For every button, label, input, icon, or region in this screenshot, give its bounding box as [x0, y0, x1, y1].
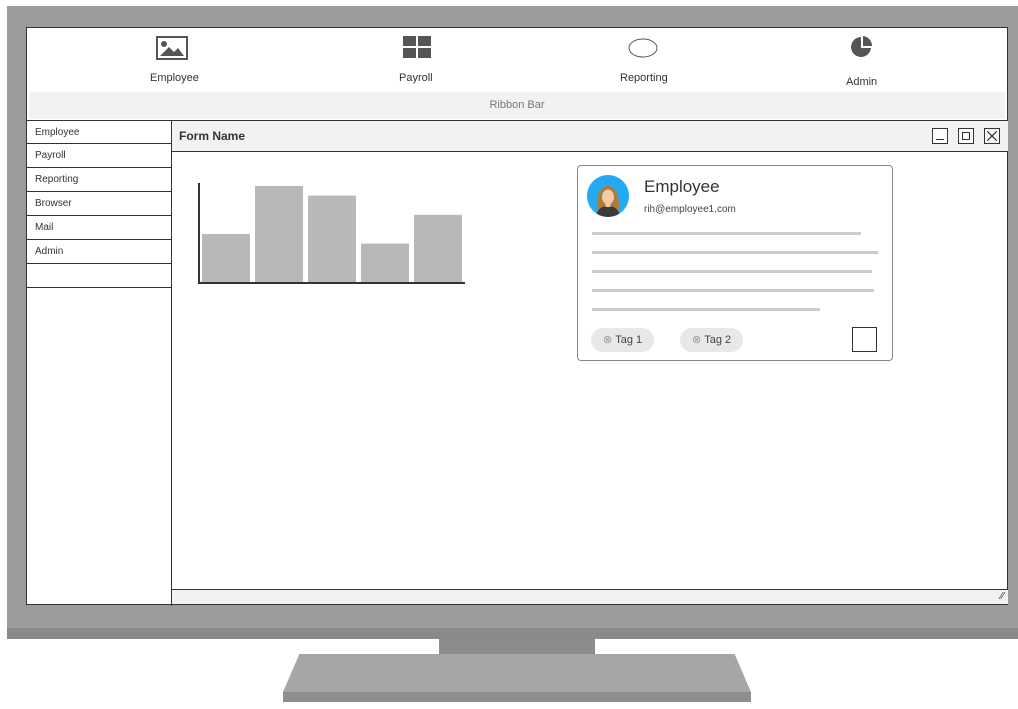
sidebar-item-empty [27, 264, 171, 288]
resize-grip-icon[interactable]: ⁄⁄ [1001, 591, 1004, 602]
sidebar-item-payroll[interactable]: Payroll [27, 144, 171, 168]
monitor-stand-base [283, 692, 751, 702]
nav-item-admin[interactable]: Admin [813, 28, 913, 92]
card-name: Employee [644, 177, 720, 196]
card-email: rih@employee1.com [644, 204, 736, 215]
monitor-bezel-bottom [7, 628, 1018, 639]
grid-icon [403, 36, 431, 58]
tag-chip[interactable]: ⊗ Tag 2 [680, 328, 744, 352]
maximize-button[interactable] [958, 128, 974, 144]
nav-item-employee[interactable]: Employee [127, 28, 227, 92]
close-button[interactable] [984, 128, 1000, 144]
image-icon [156, 36, 188, 60]
tag-label: Tag 1 [615, 334, 643, 346]
minimize-button[interactable] [932, 128, 948, 144]
chart-bar [255, 186, 303, 282]
window-title: Form Name [179, 129, 246, 143]
pie-chart-icon [851, 36, 873, 57]
sidebar: Employee Payroll Reporting Browser Mail … [27, 120, 171, 288]
status-bar: ⁄⁄ [172, 589, 1008, 604]
close-icon [987, 131, 997, 141]
window-header: Form Name [172, 120, 1008, 152]
nav-label: Admin [846, 76, 878, 88]
tag-label: Tag 2 [704, 334, 732, 346]
top-navigation: Employee Payroll Reporting Admin [27, 28, 1007, 92]
remove-tag-icon[interactable]: ⊗ [603, 334, 612, 346]
nav-item-payroll[interactable]: Payroll [367, 28, 467, 92]
text-placeholder-line [592, 289, 874, 292]
nav-label: Reporting [620, 72, 668, 84]
text-placeholder-line [592, 308, 820, 311]
monitor-stand [283, 654, 751, 692]
person-photo-icon [587, 175, 629, 217]
circle-icon [628, 38, 658, 58]
chart-bar [202, 234, 250, 282]
sidebar-item-admin[interactable]: Admin [27, 240, 171, 264]
tag-chip[interactable]: ⊗ Tag 1 [591, 328, 655, 352]
sidebar-item-mail[interactable]: Mail [27, 216, 171, 240]
card-checkbox[interactable] [852, 327, 877, 352]
screen: Employee Payroll Reporting Admin Ribbon … [26, 27, 1008, 606]
employee-card: Employee rih@employee1.com ⊗ Tag 1 ⊗ Tag 2 [577, 165, 893, 361]
nav-item-reporting[interactable]: Reporting [594, 28, 694, 92]
sidebar-item-employee[interactable]: Employee [27, 120, 171, 144]
text-placeholder-line [592, 251, 878, 254]
sidebar-divider [171, 120, 172, 606]
ribbon-bar[interactable]: Ribbon Bar [29, 92, 1005, 119]
chart-bar [308, 195, 356, 282]
remove-tag-icon[interactable]: ⊗ [692, 334, 701, 346]
sidebar-item-browser[interactable]: Browser [27, 192, 171, 216]
chart-bar [414, 214, 462, 282]
text-placeholder-line [592, 270, 872, 273]
chart-bar [361, 243, 409, 282]
nav-label: Employee [150, 72, 199, 84]
text-placeholder-line [592, 232, 861, 235]
bar-chart [198, 183, 465, 284]
avatar [587, 175, 629, 217]
sidebar-item-reporting[interactable]: Reporting [27, 168, 171, 192]
nav-label: Payroll [399, 72, 433, 84]
